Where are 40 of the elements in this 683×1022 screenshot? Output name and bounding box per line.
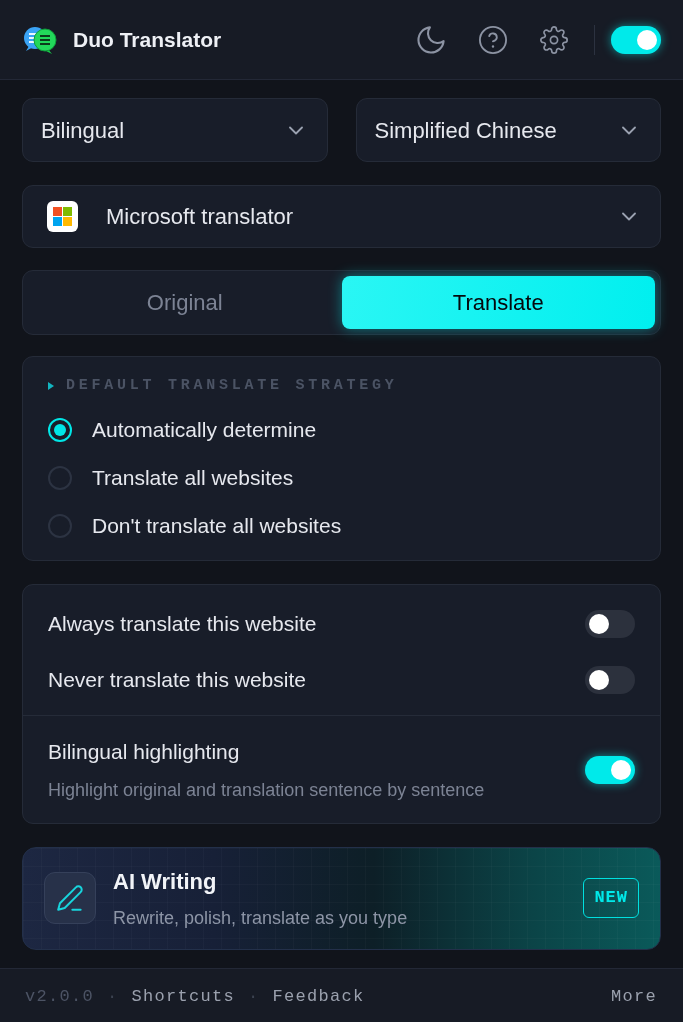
settings-icon[interactable] (540, 25, 568, 54)
radio-button[interactable] (48, 514, 72, 538)
toggle-switch[interactable] (585, 610, 635, 638)
version-label: v2.0.0 (25, 985, 94, 1008)
power-toggle[interactable] (611, 25, 661, 54)
setting-label: Always translate this website (48, 611, 317, 638)
mode-tab[interactable]: Translate (341, 276, 655, 329)
new-tag: NEW (583, 878, 639, 918)
footer-link[interactable]: Shortcuts (131, 983, 236, 1010)
pencil-icon (44, 872, 96, 924)
moon-icon[interactable] (417, 25, 445, 54)
section-heading: DEFAULT TRANSLATE STRATEGY (66, 376, 398, 396)
chevron-down-icon (288, 125, 303, 135)
ai-writing-card[interactable]: AI Writing Rewrite, polish, translate as you type NEW (22, 846, 661, 950)
setting-label: Bilingual highlighting (48, 739, 241, 765)
display-mode-dropdown[interactable]: Bilingual (22, 98, 328, 162)
radio-label: Automatically determine (92, 417, 317, 444)
footer-link[interactable]: Feedback (272, 983, 365, 1010)
toggle-switch[interactable] (585, 666, 635, 694)
translation-engine-dropdown[interactable]: Microsoft translator (22, 185, 661, 248)
feature-subtitle: Rewrite, polish, translate as you type (113, 906, 409, 930)
toggle-switch[interactable] (585, 755, 635, 784)
separator-dot: · (248, 985, 260, 1008)
chevron-down-icon (622, 125, 636, 135)
more-link[interactable]: More (611, 983, 657, 1010)
triangle-marker-icon (48, 382, 54, 390)
mode-tab[interactable]: Original (28, 276, 342, 329)
chevron-down-icon (622, 212, 636, 221)
target-language-dropdown[interactable]: Simplified Chinese (355, 98, 661, 162)
speech-bubbles-logo-icon (22, 24, 57, 55)
radio-button[interactable] (48, 466, 72, 490)
setting-label: Never translate this website (48, 667, 306, 694)
feature-title: AI Writing (113, 867, 218, 896)
radio-label: Translate all websites (92, 465, 294, 492)
separator-dot: · (107, 985, 119, 1008)
grid-tile-icon (47, 201, 78, 232)
setting-description: Highlight original and translation sentence by sentence (48, 778, 485, 802)
app-title: Duo Translator (73, 26, 222, 53)
help-icon[interactable] (479, 25, 507, 54)
radio-label: Don't translate all websites (92, 513, 342, 540)
